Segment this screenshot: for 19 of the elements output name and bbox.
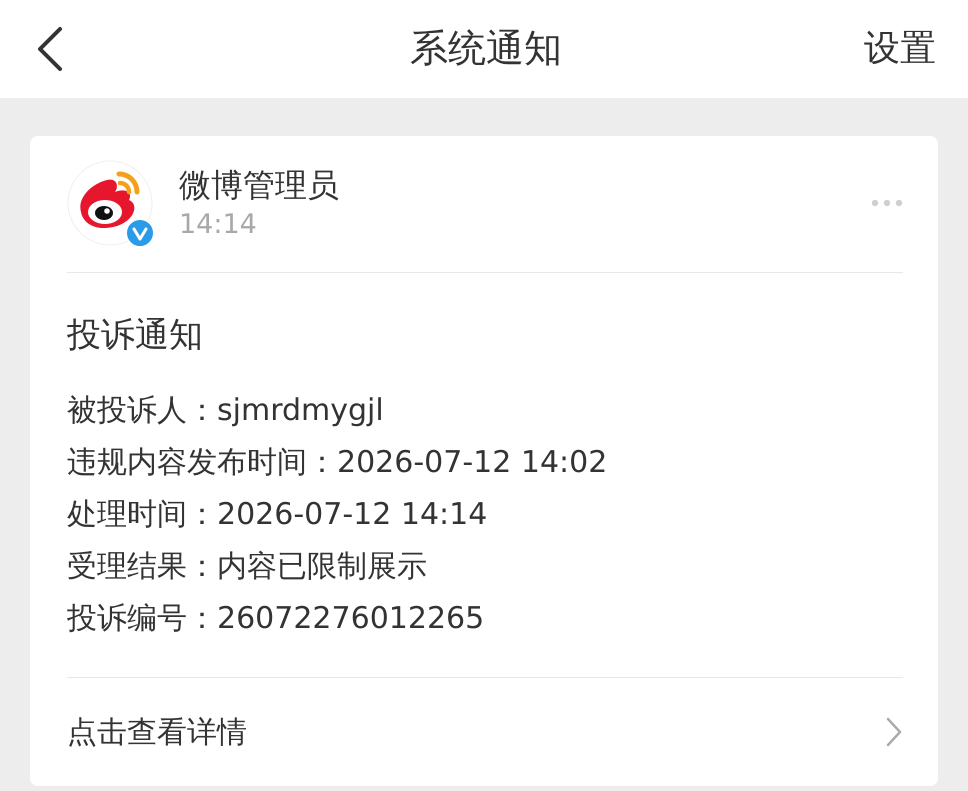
message-time: 14:14 xyxy=(179,208,257,242)
field-label: 投诉编号： xyxy=(67,601,217,636)
details-link-row[interactable]: 点击查看详情 xyxy=(67,678,903,786)
field-label: 受理结果： xyxy=(67,549,217,584)
field-label: 违规内容发布时间： xyxy=(67,445,337,480)
sender-name: 微博管理员 xyxy=(179,165,339,206)
field-value: 内容已限制展示 xyxy=(217,549,427,584)
field-value: 2026-07-12 14:02 xyxy=(337,445,608,480)
message-title: 投诉通知 xyxy=(67,314,203,357)
chevron-right-icon xyxy=(885,716,903,748)
field-value: 2026-07-12 14:14 xyxy=(217,497,488,532)
field-label: 处理时间： xyxy=(67,497,217,532)
back-icon[interactable] xyxy=(36,26,64,72)
field-value: sjmrdmygjl xyxy=(217,393,384,428)
settings-link[interactable]: 设置 xyxy=(864,27,936,71)
field-label: 被投诉人： xyxy=(67,393,217,428)
page-title: 系统通知 xyxy=(410,26,562,72)
logo-avatar-icon[interactable] xyxy=(67,160,153,246)
field-value: 26072276012265 xyxy=(217,601,484,636)
